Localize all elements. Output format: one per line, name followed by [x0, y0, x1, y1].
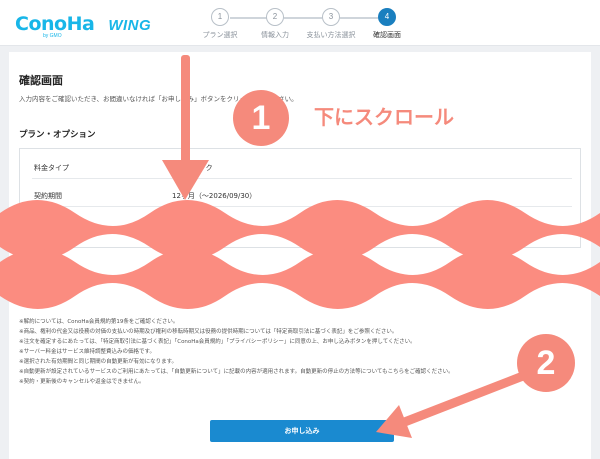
step-label: 確認画面	[373, 31, 401, 39]
note-line: ※注文を確定するにあたっては、「特定商取引法に基づく表記」「ConoHa会員規約…	[19, 339, 416, 345]
note-line: ※商品、権利の代金又は役務の対価の支払いの時期及び権利の移転時期又は役務の提供時…	[19, 329, 398, 335]
note-line: ※自動更新が設定されているサービスのご利用にあたっては、「自動更新について」に記…	[19, 369, 454, 375]
step-label: 情報入力	[261, 31, 289, 39]
row-value: 12ヶ月（〜2026/09/30）	[172, 192, 257, 200]
table-row: 契約期間 12ヶ月（〜2026/09/30）	[32, 185, 572, 207]
submit-button[interactable]: お申し込み	[210, 420, 394, 442]
row-label: プラン	[34, 219, 55, 227]
page-title: 確認画面	[19, 74, 63, 87]
row-value: WINGパック	[172, 164, 213, 172]
table-row: プラン	[32, 212, 572, 234]
step-number: 3	[322, 8, 340, 26]
row-label: 契約期間	[34, 192, 62, 200]
logo-subtext: by GMO	[43, 33, 62, 39]
step-2: 2 情報入力	[245, 8, 305, 40]
terms-notes: ※解約については、ConoHa会員規約第19条をご確認ください。 ※商品、権利の…	[19, 317, 579, 387]
step-number: 1	[211, 8, 229, 26]
step-4: 4 確認画面	[357, 8, 417, 40]
step-number: 2	[266, 8, 284, 26]
step-3: 3 支払い方法選択	[301, 8, 361, 40]
header: ConoHa by GMO WING 1 プラン選択 2 情報入力 3 支払い方…	[0, 0, 600, 46]
step-1: 1 プラン選択	[190, 8, 250, 40]
plan-table: 料金タイプ WINGパック 契約期間 12ヶ月（〜2026/09/30） プラン	[19, 148, 581, 248]
step-badge-2: 2	[517, 334, 575, 392]
scroll-instruction: 下にスクロール	[314, 105, 454, 129]
step-number: 4	[378, 8, 396, 26]
content-card	[9, 52, 591, 459]
note-line: ※サーバー料金はサービス維持調整費込みの価格です。	[19, 349, 156, 355]
logo-wing-text: WING	[108, 17, 152, 34]
step-label: プラン選択	[202, 31, 238, 39]
step-badge-1: 1	[233, 90, 289, 146]
note-line: ※解約については、ConoHa会員規約第19条をご確認ください。	[19, 319, 179, 325]
table-row: 料金タイプ WINGパック	[32, 157, 572, 179]
logo-text: ConoHa	[15, 13, 95, 35]
note-line: ※契約・更新後のキャンセルや返金はできません。	[19, 379, 145, 385]
row-label: 料金タイプ	[34, 164, 69, 172]
section-title: プラン・オプション	[19, 130, 96, 140]
note-line: ※選択された有効期間と同じ期間の自動更新が有効になります。	[19, 359, 178, 365]
step-label: 支払い方法選択	[306, 31, 356, 39]
conoha-wing-logo[interactable]: ConoHa by GMO WING	[15, 13, 152, 39]
